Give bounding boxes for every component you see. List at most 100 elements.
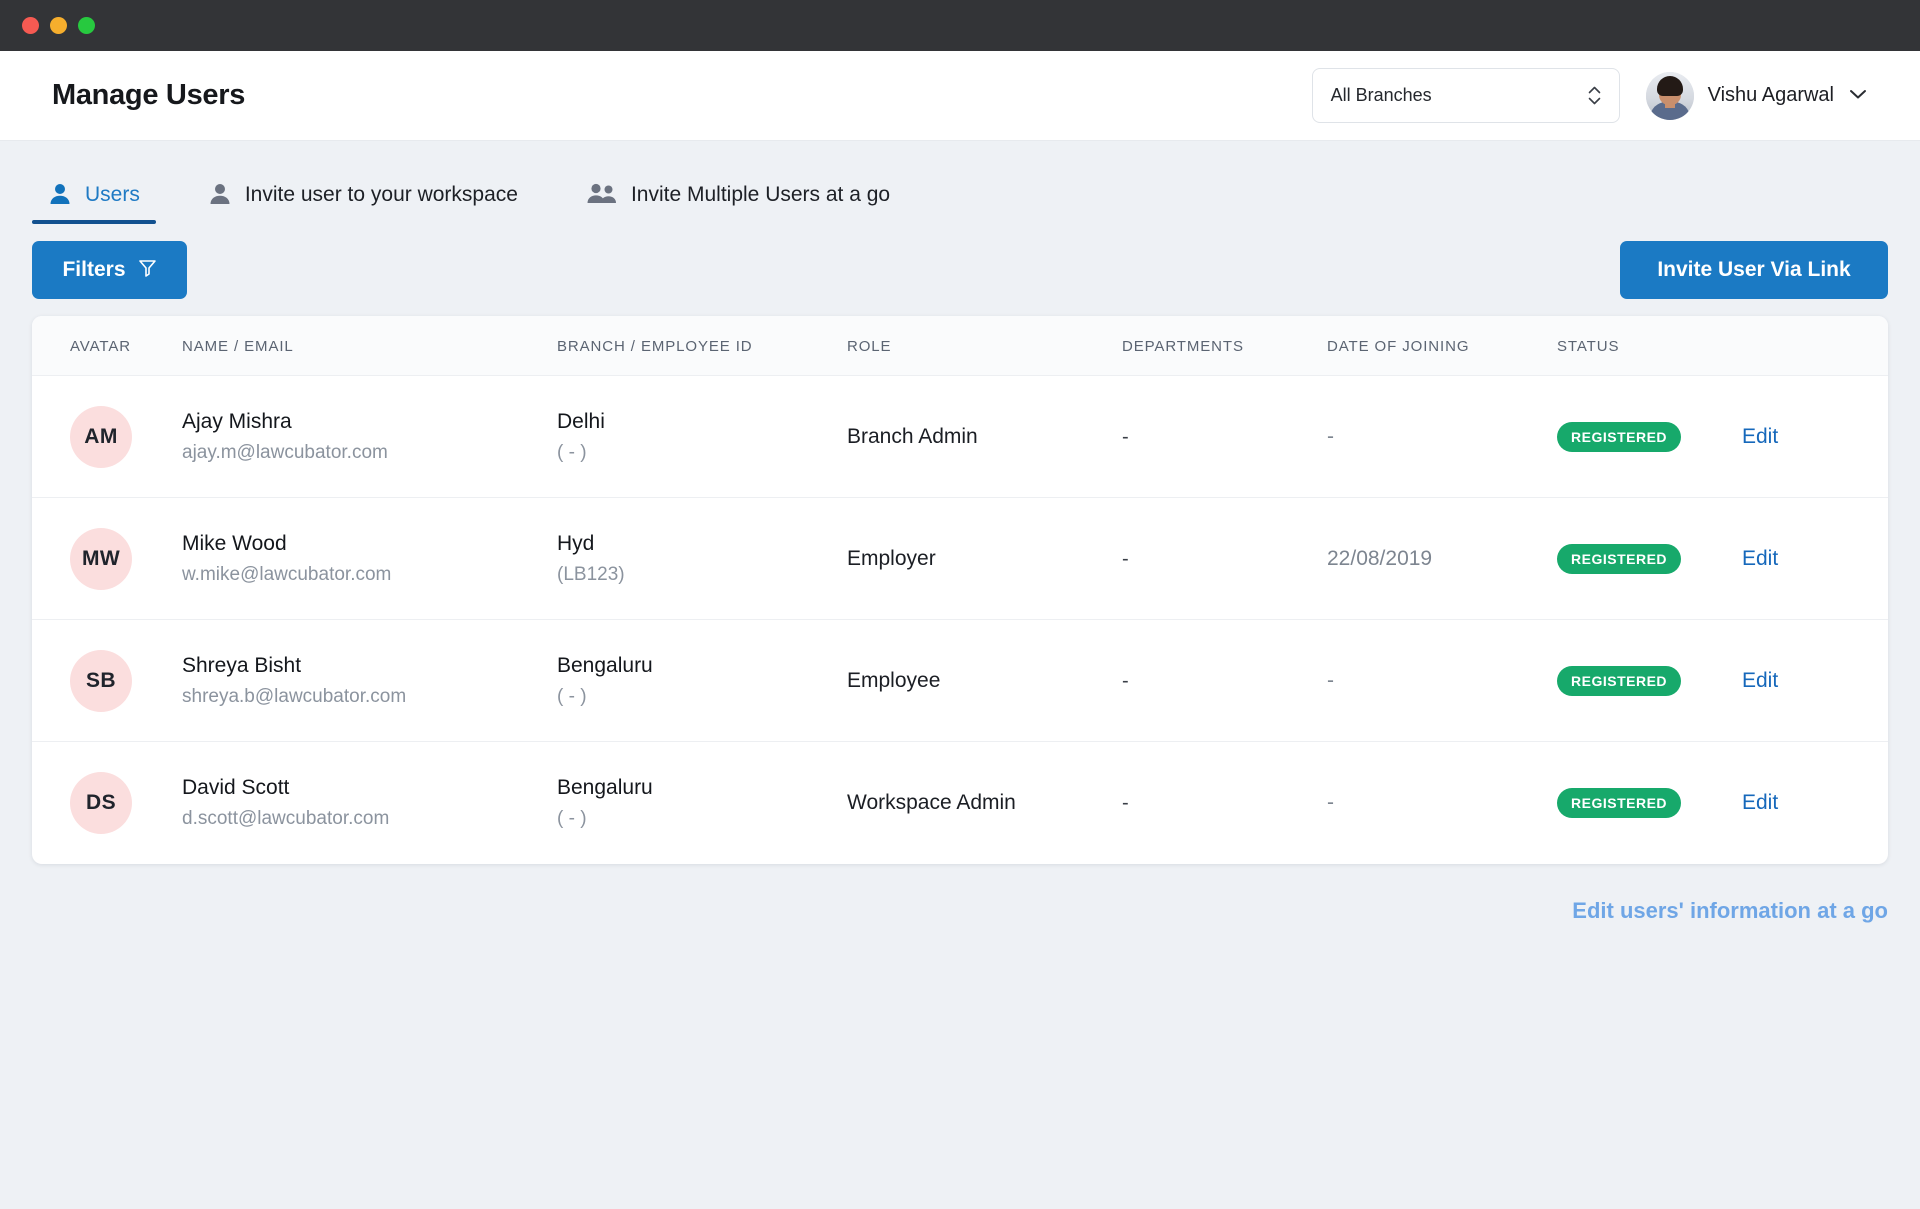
chevron-down-icon: [1848, 87, 1868, 105]
funnel-icon: [138, 258, 157, 283]
role-label: Employee: [847, 668, 941, 692]
branch-select-value: All Branches: [1330, 85, 1432, 105]
departments-value: -: [1122, 547, 1129, 570]
table-header-row: AVATAR NAME / EMAIL BRANCH / EMPLOYEE ID…: [32, 316, 1888, 376]
cell-name-email: Shreya Bisht shreya.b@lawcubator.com: [182, 619, 557, 742]
table-row[interactable]: AM Ajay Mishra ajay.m@lawcubator.com Del…: [32, 375, 1888, 498]
column-header-actions: [1742, 316, 1888, 376]
branch-select[interactable]: All Branches: [1311, 68, 1620, 123]
branch-name: Hyd: [557, 531, 595, 555]
avatar-initials: MW: [70, 527, 132, 590]
action-row: Filters Invite User Via Link: [0, 224, 1920, 316]
employee-id: ( - ): [557, 807, 587, 829]
tab-users[interactable]: Users: [32, 182, 156, 224]
cell-role: Employee: [847, 619, 1122, 742]
footer-row: Edit users' information at a go: [0, 864, 1920, 924]
cell-role: Branch Admin: [847, 375, 1122, 498]
bulk-edit-users-link[interactable]: Edit users' information at a go: [1572, 898, 1888, 924]
cell-status: REGISTERED: [1557, 742, 1742, 864]
cell-actions: Edit: [1742, 742, 1888, 864]
invite-user-via-link-button[interactable]: Invite User Via Link: [1620, 241, 1888, 299]
employee-id: ( - ): [557, 441, 587, 463]
cell-departments: -: [1122, 742, 1327, 864]
cell-branch: Delhi ( - ): [557, 375, 847, 498]
avatar-initials: AM: [70, 405, 132, 468]
table-row[interactable]: SB Shreya Bisht shreya.b@lawcubator.com …: [32, 619, 1888, 742]
user-name: David Scott: [182, 775, 290, 799]
cell-avatar: DS: [32, 742, 182, 864]
cell-status: REGISTERED: [1557, 375, 1742, 498]
column-header-role: ROLE: [847, 316, 1122, 376]
users-table-card: AVATAR NAME / EMAIL BRANCH / EMPLOYEE ID…: [32, 316, 1888, 864]
cell-actions: Edit: [1742, 375, 1888, 498]
cell-name-email: David Scott d.scott@lawcubator.com: [182, 742, 557, 864]
tab-invite-user[interactable]: Invite user to your workspace: [192, 182, 534, 224]
column-header-status: STATUS: [1557, 316, 1742, 376]
user-name: Ajay Mishra: [182, 409, 292, 433]
invite-user-via-link-label: Invite User Via Link: [1657, 258, 1851, 281]
branch-name: Bengaluru: [557, 775, 653, 799]
user-email: w.mike@lawcubator.com: [182, 563, 392, 585]
status-badge: REGISTERED: [1557, 543, 1682, 574]
column-header-avatar: AVATAR: [32, 316, 182, 376]
close-window-icon[interactable]: [22, 17, 39, 34]
edit-user-link[interactable]: Edit: [1742, 791, 1778, 814]
tab-invite-multiple-users[interactable]: Invite Multiple Users at a go: [570, 182, 906, 224]
role-label: Workspace Admin: [847, 790, 1016, 814]
avatar: [1645, 71, 1694, 120]
user-email: ajay.m@lawcubator.com: [182, 441, 388, 463]
branch-name: Bengaluru: [557, 653, 653, 677]
minimize-window-icon[interactable]: [50, 17, 67, 34]
column-header-name-email: NAME / EMAIL: [182, 316, 557, 376]
user-menu-name: Vishu Agarwal: [1707, 84, 1834, 106]
user-email: d.scott@lawcubator.com: [182, 807, 390, 829]
cell-departments: -: [1122, 497, 1327, 620]
branch-name: Delhi: [557, 409, 605, 433]
departments-value: -: [1122, 791, 1129, 814]
cell-role: Workspace Admin: [847, 742, 1122, 864]
cell-branch: Bengaluru ( - ): [557, 619, 847, 742]
user-menu[interactable]: Vishu Agarwal: [1645, 71, 1868, 120]
cell-branch: Bengaluru ( - ): [557, 742, 847, 864]
page-title: Manage Users: [52, 79, 246, 111]
cell-name-email: Mike Wood w.mike@lawcubator.com: [182, 497, 557, 620]
column-header-date-of-joining: DATE OF JOINING: [1327, 316, 1557, 376]
tab-users-label: Users: [85, 182, 140, 206]
date-of-joining-value: -: [1327, 790, 1334, 814]
user-email: shreya.b@lawcubator.com: [182, 685, 407, 707]
table-row[interactable]: DS David Scott d.scott@lawcubator.com Be…: [32, 742, 1888, 864]
employee-id: ( - ): [557, 685, 587, 707]
date-of-joining-value: 22/08/2019: [1327, 546, 1433, 570]
edit-user-link[interactable]: Edit: [1742, 425, 1778, 448]
tab-invite-multiple-users-label: Invite Multiple Users at a go: [630, 182, 891, 206]
avatar-initials: SB: [70, 649, 132, 712]
cell-actions: Edit: [1742, 619, 1888, 742]
cell-date-of-joining: -: [1327, 619, 1557, 742]
column-header-branch: BRANCH / EMPLOYEE ID: [557, 316, 847, 376]
cell-departments: -: [1122, 619, 1327, 742]
app-window: Manage Users All Branches Vishu Agarwal: [0, 0, 1920, 1209]
employee-id: (LB123): [557, 563, 625, 585]
edit-user-link[interactable]: Edit: [1742, 669, 1778, 692]
users-table: AVATAR NAME / EMAIL BRANCH / EMPLOYEE ID…: [32, 316, 1888, 864]
multiple-users-icon: [586, 182, 618, 207]
cell-departments: -: [1122, 375, 1327, 498]
status-badge: REGISTERED: [1557, 421, 1682, 452]
tab-bar: Users Invite user to your workspace Invi…: [0, 141, 1920, 224]
avatar-initials: DS: [70, 771, 132, 834]
edit-user-link[interactable]: Edit: [1742, 547, 1778, 570]
cell-avatar: SB: [32, 619, 182, 742]
filters-button-label: Filters: [62, 258, 126, 281]
filters-button[interactable]: Filters: [32, 241, 187, 299]
single-user-icon: [208, 182, 232, 207]
cell-date-of-joining: 22/08/2019: [1327, 497, 1557, 620]
users-table-head: AVATAR NAME / EMAIL BRANCH / EMPLOYEE ID…: [32, 316, 1888, 376]
cell-status: REGISTERED: [1557, 497, 1742, 620]
table-row[interactable]: MW Mike Wood w.mike@lawcubator.com Hyd (…: [32, 497, 1888, 620]
updown-chevron-icon: [1588, 86, 1601, 105]
role-label: Branch Admin: [847, 424, 978, 448]
cell-actions: Edit: [1742, 497, 1888, 620]
cell-date-of-joining: -: [1327, 375, 1557, 498]
zoom-window-icon[interactable]: [78, 17, 95, 34]
column-header-departments: DEPARTMENTS: [1122, 316, 1327, 376]
